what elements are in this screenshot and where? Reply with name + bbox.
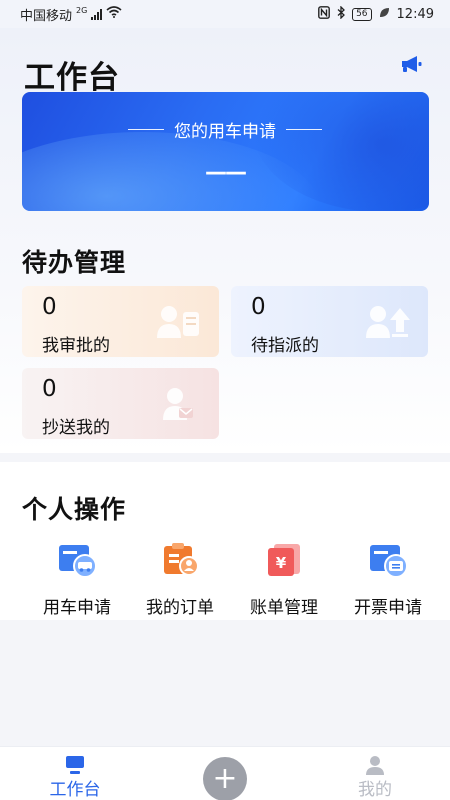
notice-button[interactable] [396,52,426,76]
megaphone-icon [402,56,422,72]
wifi-icon [106,6,122,22]
approve-label: 我审批的 [42,336,110,356]
workbench-icon [66,756,84,774]
approve-count: 0 [42,294,57,320]
todo-section-title: 待办管理 [22,248,127,277]
todo-card-cc[interactable]: 0 抄送我的 [22,368,219,439]
op-bill-management-label: 账单管理 [250,598,318,618]
car-request-icon [59,545,97,578]
nav-workbench-label: 工作台 [49,780,101,800]
personal-section-title: 个人操作 [22,495,127,524]
assign-icon [366,306,410,338]
cc-count: 0 [42,376,57,402]
todo-card-assign[interactable]: 0 待指派的 [231,286,428,357]
bluetooth-icon [337,4,346,23]
nav-workbench[interactable]: 工作台 [20,747,130,800]
invoice-icon [370,545,408,578]
order-icon [164,543,199,576]
cc-icon [163,388,193,420]
op-car-request-label: 用车申请 [43,598,111,618]
nfc-icon [318,5,330,23]
assign-count: 0 [251,294,266,320]
nav-profile-label: 我的 [358,780,392,800]
add-button[interactable]: + [203,757,247,800]
op-invoice-request-label: 开票申请 [354,598,422,618]
banner-value: —— [205,160,247,185]
network-label: 2G [76,5,88,15]
page-title: 工作台 [24,60,120,96]
carrier-label: 中国移动 [20,8,73,24]
nav-profile[interactable]: 我的 [320,747,430,800]
op-invoice-request[interactable]: 开票申请 [336,542,440,618]
leaf-icon [379,7,390,22]
plus-icon: + [212,761,238,796]
battery-icon: 56 [352,7,372,21]
signal-icon [91,8,103,20]
todo-card-approve[interactable]: 0 我审批的 [22,286,219,357]
status-bar: 中国移动 2G 56 12:49 [0,0,450,28]
vehicle-request-banner[interactable] [22,92,429,211]
bill-icon: ¥ [268,544,300,576]
assign-label: 待指派的 [251,336,319,356]
approve-icon [157,306,199,338]
bottom-nav: 工作台 + 我的 [0,746,450,800]
banner-title-text: 您的用车申请 [174,122,276,142]
clock: 12:49 [396,6,434,22]
op-car-request[interactable]: 用车申请 [25,542,129,618]
op-my-orders-label: 我的订单 [146,598,214,618]
cc-label: 抄送我的 [42,418,110,438]
banner-title: 您的用车申请 [0,117,450,142]
op-bill-management[interactable]: ¥ 账单管理 [232,542,336,618]
profile-icon [366,756,384,775]
svg-text:¥: ¥ [276,554,287,572]
op-my-orders[interactable]: 我的订单 [128,542,232,618]
